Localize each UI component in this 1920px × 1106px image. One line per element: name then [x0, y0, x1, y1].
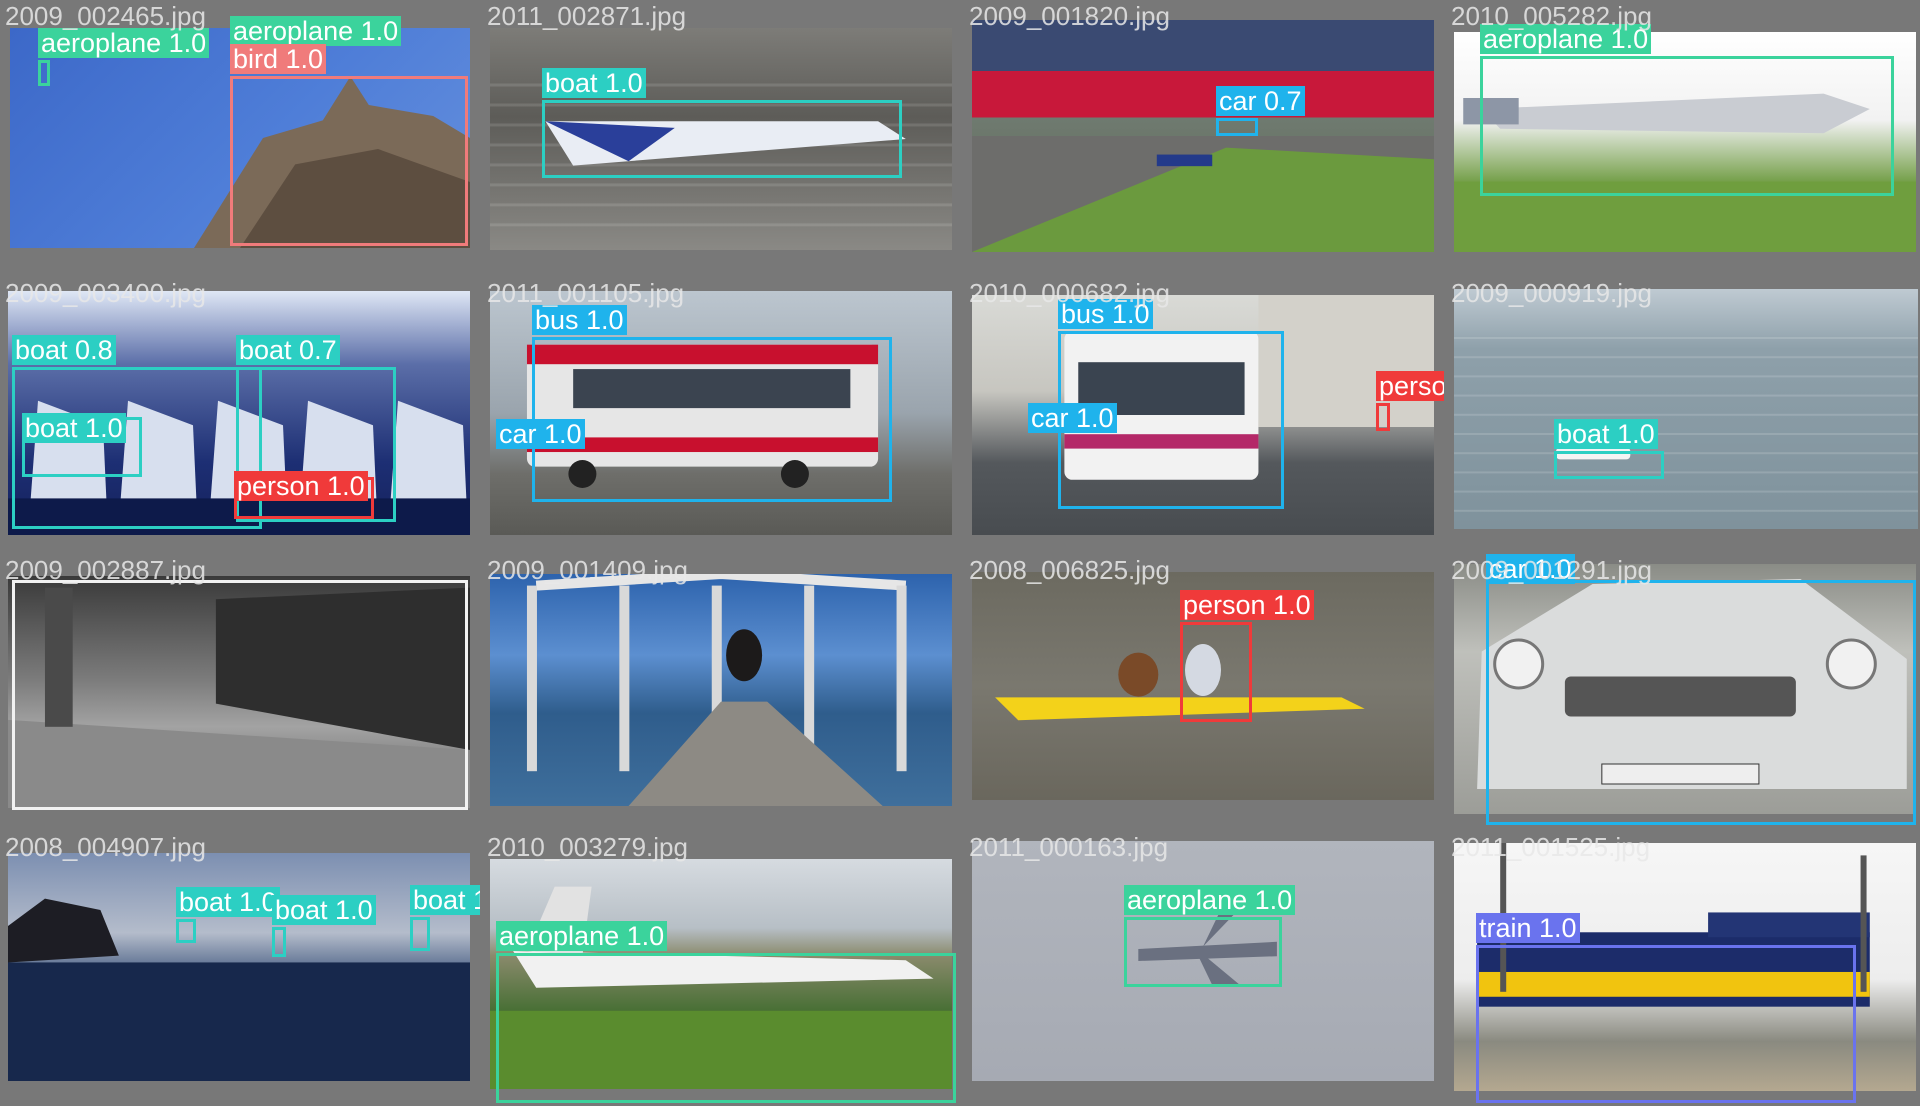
tile-filename: 2011_001105.jpg	[487, 278, 685, 308]
tile-filename: 2008_006825.jpg	[969, 555, 1170, 585]
detection-label: boat 0.8	[12, 335, 116, 365]
tile-filename: 2011_002871.jpg	[487, 1, 687, 31]
mosaic-tile: 2009_003400.jpgboat 0.8 boat 0.7 boat 1.0 p…	[0, 277, 480, 552]
mosaic-tile: 2008_004907.jpgboat 1.0boat 1.0boat 1.0	[0, 831, 480, 1106]
detection-label: train 1.0	[1476, 913, 1580, 943]
detection-label: person 1.0	[1180, 590, 1314, 620]
tile-filename: 2011_000163.jpg	[969, 832, 1169, 862]
detection-label: boat 1.0	[1554, 419, 1658, 449]
detection-label: person 1.0	[1376, 371, 1444, 401]
photo-scene	[1454, 337, 1918, 512]
mosaic-grid: 2009_002465.jpg aeroplane 1.0 aeroplane 1.…	[0, 0, 1920, 1106]
tile-filename: 2009_001409.jpg	[487, 555, 688, 585]
detection-box	[1376, 403, 1390, 431]
tile-filename: 2011_001525.jpg	[1451, 832, 1651, 862]
tile-photo	[972, 20, 1434, 252]
detection-label: aeroplane 1.0	[496, 921, 668, 951]
detection-box	[1180, 622, 1252, 722]
detection-box	[542, 100, 902, 178]
detection-label: boat 1.0	[176, 887, 280, 917]
detection-label: car 1.0	[1028, 403, 1117, 433]
detection-label: car 0.7	[1216, 86, 1305, 116]
detection-label: aeroplane 1.0	[230, 16, 402, 46]
tile-photo	[1454, 289, 1918, 529]
detection-label: bus 1.0	[532, 305, 627, 335]
mosaic-tile: 2011_000163.jpg aeroplane 1.0	[964, 831, 1444, 1106]
tile-photo	[490, 574, 952, 806]
detection-label: aeroplane 1.0	[38, 28, 210, 58]
mosaic-tile: 2011_001525.jpgtrain 1.0	[1446, 831, 1920, 1106]
photo-scene	[972, 136, 1434, 252]
photo-scene	[526, 574, 907, 806]
mosaic-tile: 2008_006825.jpgperson 1.0	[964, 554, 1444, 829]
tile-filename: 2010_000682.jpg	[969, 278, 1170, 308]
detection-box	[1124, 917, 1282, 987]
tile-filename: 2009_002887.jpg	[5, 555, 206, 585]
mosaic-tile: 2011_002871.jpgboat 1.0	[482, 0, 962, 275]
detection-label: person 1.0	[234, 471, 368, 501]
detection-box	[1554, 451, 1664, 479]
detection-box	[12, 580, 468, 810]
detection-box	[410, 917, 430, 951]
detection-box	[532, 337, 892, 502]
detection-label: boat 1.0	[542, 68, 646, 98]
detection-label: aeroplane 1.0	[1124, 885, 1296, 915]
detection-box	[230, 76, 468, 246]
detection-box	[176, 919, 196, 943]
mosaic-tile: 2009_001291.jpg car 1.0	[1446, 554, 1920, 829]
detection-label: boat 0.7	[236, 335, 340, 365]
detection-box	[272, 927, 286, 957]
mosaic-tile: 2011_001105.jpg bus 1.0 car 1.0	[482, 277, 962, 552]
detection-box	[1480, 56, 1894, 196]
detection-label: car 1.0	[496, 419, 585, 449]
tile-filename: 2010_003279.jpg	[487, 832, 688, 862]
detection-box	[1216, 118, 1258, 136]
detection-box	[1486, 580, 1916, 825]
tile-filename: 2009_003400.jpg	[5, 278, 206, 308]
tile-filename: 2009_001820.jpg	[969, 1, 1170, 31]
mosaic-tile: 2009_001409.jpg	[482, 554, 962, 829]
mosaic-tile: 2010_000682.jpgbus 1.0car 1.0person 1.0	[964, 277, 1444, 552]
tile-filename: 2009_000919.jpg	[1451, 278, 1652, 308]
tile-filename: 2010_005282.jpg	[1451, 1, 1652, 31]
detection-box	[1476, 945, 1856, 1103]
tile-filename: 2008_004907.jpg	[5, 832, 206, 862]
detection-label: boat 1.0	[410, 885, 480, 915]
tile-filename: 2009_001291.jpg	[1451, 555, 1652, 585]
mosaic-tile: 2009_002465.jpg aeroplane 1.0 aeroplane 1.…	[0, 0, 480, 275]
detection-label: boat 1.0	[22, 413, 126, 443]
tile-filename: 2009_002465.jpg	[5, 1, 206, 31]
detection-label: bird 1.0	[230, 44, 327, 74]
mosaic-tile: 2009_000919.jpgboat 1.0	[1446, 277, 1920, 552]
mosaic-tile: 2009_001820.jpgcar 0.7	[964, 0, 1444, 275]
mosaic-tile: 2010_005282.jpg aeroplane 1.0	[1446, 0, 1920, 275]
detection-box	[496, 953, 956, 1103]
mosaic-tile: 2009_002887.jpg	[0, 554, 480, 829]
mosaic-tile: 2010_003279.jpg aeroplane 1.0	[482, 831, 962, 1106]
detection-box	[38, 60, 50, 86]
detection-label: boat 1.0	[272, 895, 376, 925]
